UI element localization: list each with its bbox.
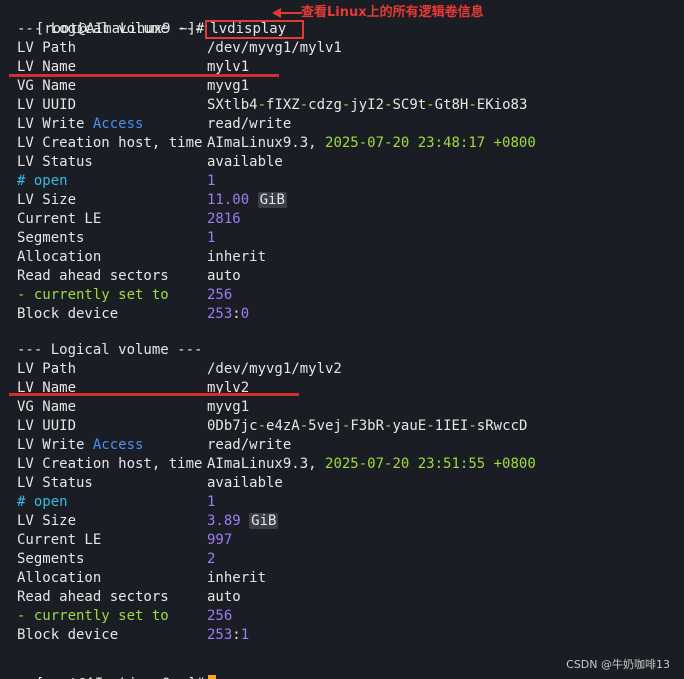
volume-1-current-le-value: 2816 xyxy=(207,211,241,227)
volume-2-name-underline xyxy=(9,393,299,396)
volume-2-current-le-row: Current LE xyxy=(17,532,102,548)
volume-1-open-row: # open xyxy=(17,173,68,189)
volume-1-header: --- Logical volume --- xyxy=(17,21,203,37)
final-prompt-line[interactable]: [root@AImaLinux9 ~]# xyxy=(2,656,217,679)
volume-1-lv-path-row: LV Path xyxy=(17,39,76,58)
volume-2-lv-uuid-row: LV UUID xyxy=(17,418,77,434)
command-prompt-line: [root@AImaLinux9 ~]# lvdisplay xyxy=(2,1,305,39)
volume-1-block-device-value: 253:0 xyxy=(207,306,250,322)
volume-1-lv-write-row: LV Write Access xyxy=(17,116,144,132)
volume-1-vg-name-row: VG Name xyxy=(17,77,76,96)
volume-2-segments-value: 2 xyxy=(207,551,216,567)
volume-2-read-ahead-value: auto xyxy=(207,589,241,605)
volume-1-lv-size-row: LV Size xyxy=(17,192,77,208)
volume-2-vg-name-row: VG Name xyxy=(17,399,77,415)
volume-1-segments-value: 1 xyxy=(207,230,216,246)
volume-2-lv-write-row: LV Write Access xyxy=(17,437,144,453)
volume-2-lv-uuid-value: 0Db7jc-e4zA-5vej-F3bR-yauE-1IEI-sRwccD xyxy=(207,418,528,434)
volume-2-lv-size-value: 3.89 GiB xyxy=(207,513,279,529)
volume-1-read-ahead-row: Read ahead sectors xyxy=(17,268,169,284)
lv-uuid-label: LV UUID xyxy=(17,97,77,113)
volume-2-lv-write-value: read/write xyxy=(207,437,292,453)
volume-2-vg-name-value: myvg1 xyxy=(207,399,250,415)
volume-2-lv-status-row: LV Status xyxy=(17,475,93,491)
volume-2-block-device-row: Block device xyxy=(17,627,119,643)
cursor-block-icon xyxy=(208,675,217,679)
command-text: lvdisplay xyxy=(210,21,287,37)
volume-1-lv-uuid-value: SXtlb4-fIXZ-cdzg-jyI2-SC9t-Gt8H-EKio83 xyxy=(207,97,528,113)
volume-1-lv-status-value: available xyxy=(207,154,283,170)
volume-2-lv-status-value: available xyxy=(207,475,283,491)
volume-1-currently-set-row: - currently set to xyxy=(17,287,169,303)
volume-2-lv-creation-row: LV Creation host, time xyxy=(17,456,203,472)
volume-2-segments-row: Segments xyxy=(17,551,85,567)
volume-1-block-device-row: Block device xyxy=(17,306,119,322)
watermark: CSDN @牛奶咖啡13 xyxy=(566,658,670,671)
volume-2-lv-path-value: /dev/myvg1/mylv2 xyxy=(207,361,342,377)
annotation-label: 查看Linux上的所有逻辑卷信息 xyxy=(301,5,484,20)
volume-1-lv-uuid-row: LV UUID xyxy=(17,96,76,115)
volume-2-allocation-row: Allocation xyxy=(17,570,102,586)
volume-1-read-ahead-value: auto xyxy=(207,268,241,284)
annotation-arrow-icon xyxy=(272,8,302,18)
volume-2-lv-creation-value: AImaLinux9.3, 2025-07-20 23:51:55 +0800 xyxy=(207,456,536,472)
volume-1-vg-name-value: myvg1 xyxy=(207,78,250,94)
volume-1-lv-creation-row: LV Creation host, time xyxy=(17,135,203,151)
vg-name-label: VG Name xyxy=(17,78,77,94)
terminal-window[interactable]: [root@AImaLinux9 ~]# lvdisplay 查看Linux上的所… xyxy=(0,0,684,679)
volume-2-lv-size-row: LV Size xyxy=(17,513,77,529)
volume-2-block-device-value: 253:1 xyxy=(207,627,250,643)
volume-1-lv-status-row: LV Status xyxy=(17,154,93,170)
command-highlight-box: lvdisplay xyxy=(205,20,305,39)
volume-2-allocation-value: inherit xyxy=(207,570,267,586)
volume-1-currently-set-value: 256 xyxy=(207,287,233,303)
volume-2-lv-path-row: LV Path xyxy=(17,361,77,377)
volume-1-current-le-row: Current LE xyxy=(17,211,102,227)
volume-1-allocation-value: inherit xyxy=(207,249,267,265)
volume-2-open-row: # open xyxy=(17,494,68,510)
volume-2-open-value: 1 xyxy=(207,494,216,510)
volume-1-lv-creation-value: AImaLinux9.3, 2025-07-20 23:48:17 +0800 xyxy=(207,135,536,151)
volume-1-open-value: 1 xyxy=(207,173,216,189)
volume-1-segments-row: Segments xyxy=(17,230,85,246)
volume-2-current-le-value: 997 xyxy=(207,532,233,548)
lv-path-label: LV Path xyxy=(17,40,77,56)
volume-1-lv-path-value: /dev/myvg1/mylv1 xyxy=(207,40,342,56)
volume-2-currently-set-row: - currently set to xyxy=(17,608,169,624)
volume-2-read-ahead-row: Read ahead sectors xyxy=(17,589,169,605)
volume-2-header: --- Logical volume --- xyxy=(17,342,203,358)
volume-1-lv-size-value: 11.00 GiB xyxy=(207,192,287,208)
volume-1-lv-write-value: read/write xyxy=(207,116,292,132)
volume-2-currently-set-value: 256 xyxy=(207,608,233,624)
lv-name-label: LV Name xyxy=(17,59,77,75)
volume-1-allocation-row: Allocation xyxy=(17,249,102,265)
